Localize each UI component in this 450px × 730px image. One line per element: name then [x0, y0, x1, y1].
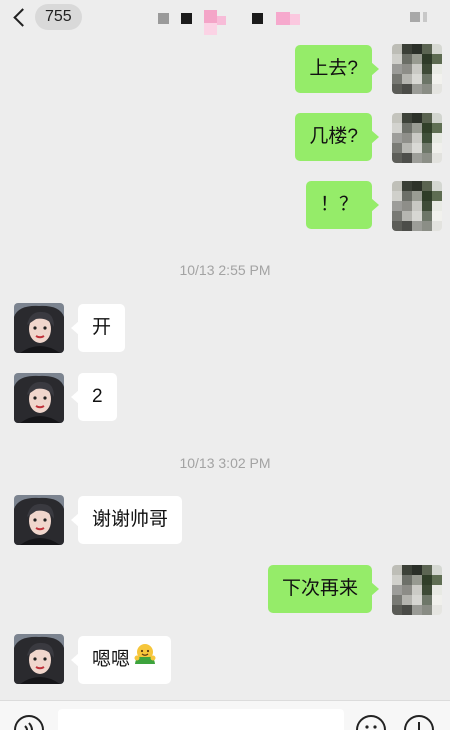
message-bubble-sent[interactable]: 几楼?	[295, 113, 379, 161]
message-bubble-received[interactable]: 谢谢帅哥	[70, 496, 183, 544]
chat-title-censored	[152, 8, 362, 36]
plus-icon	[418, 722, 420, 730]
message-list[interactable]: 上去? 几楼? ！？ 10/13 2:55 PM 开 2 10/13 3:02 …	[0, 36, 450, 700]
voice-button[interactable]	[14, 715, 44, 730]
emoji-button[interactable]	[356, 715, 386, 730]
contact-avatar[interactable]	[14, 495, 64, 545]
my-avatar[interactable]	[392, 565, 442, 615]
hugging-emoji	[133, 636, 157, 684]
message-bubble-sent[interactable]: 上去?	[295, 45, 379, 93]
more-icon	[410, 12, 427, 22]
more-actions-button[interactable]	[404, 715, 434, 730]
contact-avatar[interactable]	[14, 303, 64, 353]
back-button[interactable]: 755	[8, 3, 82, 31]
message-input[interactable]	[58, 709, 344, 730]
message-bubble-sent[interactable]: ！？	[305, 181, 380, 229]
more-options-button[interactable]	[410, 12, 432, 26]
contact-avatar[interactable]	[14, 634, 64, 684]
my-avatar[interactable]	[392, 181, 442, 231]
message-text: 嗯嗯	[92, 649, 131, 671]
timestamp: 10/13 3:02 PM	[179, 455, 271, 471]
chevron-left-icon	[13, 7, 32, 27]
my-avatar[interactable]	[392, 44, 442, 94]
input-bar	[0, 700, 450, 730]
unread-count-badge: 755	[35, 4, 82, 30]
message-bubble-received[interactable]: 嗯嗯	[70, 636, 172, 684]
message-bubble-received[interactable]: 2	[71, 373, 117, 421]
voice-icon	[24, 722, 33, 730]
emoji-icon	[365, 725, 377, 729]
message-bubble-sent[interactable]: 下次再来	[267, 565, 380, 613]
contact-avatar[interactable]	[14, 373, 64, 423]
my-avatar[interactable]	[392, 113, 442, 163]
message-bubble-received[interactable]: 开	[70, 304, 126, 352]
timestamp: 10/13 2:55 PM	[179, 262, 271, 278]
chat-header: 755	[0, 0, 450, 36]
